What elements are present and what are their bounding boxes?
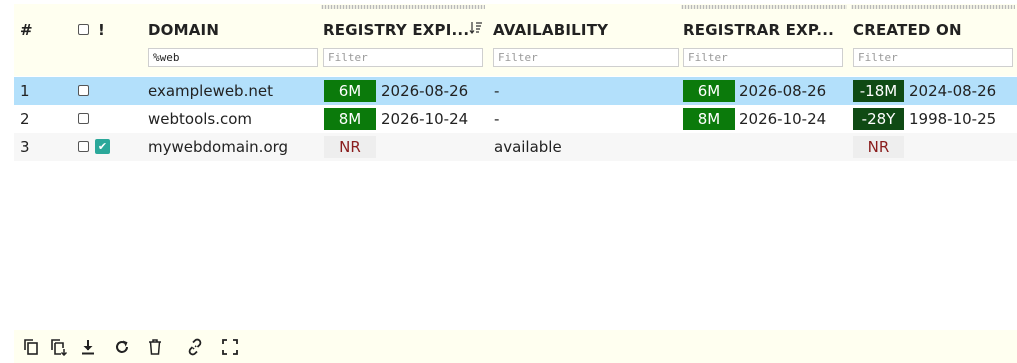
- created-on-header-label: CREATED ON: [853, 21, 962, 39]
- sort-descending-icon[interactable]: [469, 21, 483, 39]
- download-icon[interactable]: [77, 336, 99, 358]
- created-on-badge: -28Y: [853, 108, 904, 130]
- registrar-expiry-header-label: REGISTRAR EXP...: [683, 21, 835, 39]
- registry-expiry-date: 2026-08-26: [381, 82, 469, 100]
- availability-status: -: [494, 82, 500, 100]
- availability-filter-input[interactable]: [493, 48, 679, 67]
- column-header-number[interactable]: #: [14, 4, 76, 76]
- column-header-domain[interactable]: DOMAIN: [146, 4, 320, 76]
- created-on-date: 2024-08-26: [909, 82, 997, 100]
- domain-name[interactable]: mywebdomain.org: [148, 133, 288, 161]
- registry-expiry-filter-input[interactable]: [323, 48, 483, 67]
- select-all-checkbox[interactable]: [78, 24, 89, 35]
- created-on-date: 1998-10-25: [909, 110, 997, 128]
- column-header-select: !: [76, 4, 146, 76]
- flag-header-label: !: [98, 21, 106, 39]
- table-row[interactable]: 3 ✔ mywebdomain.org NR available NR: [14, 133, 1017, 161]
- created-on-filter-input[interactable]: [853, 48, 1013, 67]
- row-checkbox[interactable]: [78, 141, 89, 152]
- availability-header-label: AVAILABILITY: [493, 21, 609, 39]
- registrar-expiry-badge: 8M: [683, 108, 735, 130]
- copy-icon[interactable]: [20, 336, 42, 358]
- availability-status: available: [494, 138, 562, 156]
- registry-expiry-header-label: REGISTRY EXPI...: [323, 21, 470, 39]
- table-header: # ! DOMAIN REGISTRY EXPI... AVAILABILITY…: [14, 4, 1017, 76]
- bottom-toolbar: [14, 330, 1017, 363]
- registrar-expiry-filter-input[interactable]: [683, 48, 843, 67]
- created-on-badge: NR: [853, 136, 904, 158]
- created-on-badge: -18M: [853, 80, 904, 102]
- copy-selected-icon[interactable]: [48, 336, 70, 358]
- registry-expiry-badge: NR: [324, 136, 376, 158]
- column-header-registry-expiry[interactable]: REGISTRY EXPI...: [321, 4, 491, 76]
- registry-expiry-date: 2026-10-24: [381, 110, 469, 128]
- row-number: 1: [20, 82, 30, 100]
- row-number: 3: [20, 138, 30, 156]
- column-header-registrar-expiry[interactable]: REGISTRAR EXP...: [681, 4, 851, 76]
- row-checkbox[interactable]: [78, 85, 89, 96]
- column-drag-handle[interactable]: [681, 5, 847, 9]
- checkmark-icon[interactable]: ✔: [95, 139, 110, 154]
- registry-expiry-badge: 8M: [324, 108, 376, 130]
- registry-expiry-badge: 6M: [324, 80, 376, 102]
- table-row[interactable]: 1 exampleweb.net 6M 2026-08-26 - 6M 2026…: [14, 77, 1017, 105]
- column-header-availability[interactable]: AVAILABILITY: [491, 4, 681, 76]
- table-row[interactable]: 2 webtools.com 8M 2026-10-24 - 8M 2026-1…: [14, 105, 1017, 133]
- column-drag-handle[interactable]: [321, 5, 485, 9]
- domain-name[interactable]: webtools.com: [148, 105, 252, 133]
- domain-header-label: DOMAIN: [148, 21, 220, 39]
- column-drag-handle[interactable]: [851, 5, 1015, 9]
- row-number: 2: [20, 110, 30, 128]
- availability-status: -: [494, 110, 500, 128]
- refresh-icon[interactable]: [111, 336, 133, 358]
- registrar-expiry-date: 2026-08-26: [739, 82, 827, 100]
- registrar-expiry-badge: 6M: [683, 80, 735, 102]
- column-header-created-on[interactable]: CREATED ON: [851, 4, 1017, 76]
- number-header-label: #: [20, 21, 33, 39]
- registrar-expiry-date: 2026-10-24: [739, 110, 827, 128]
- link-icon[interactable]: [184, 336, 206, 358]
- row-checkbox[interactable]: [78, 113, 89, 124]
- delete-icon[interactable]: [144, 336, 166, 358]
- domain-table: # ! DOMAIN REGISTRY EXPI... AVAILABILITY…: [14, 4, 1017, 161]
- domain-filter-input[interactable]: [148, 48, 318, 67]
- domain-name[interactable]: exampleweb.net: [148, 77, 273, 105]
- fullscreen-icon[interactable]: [219, 336, 241, 358]
